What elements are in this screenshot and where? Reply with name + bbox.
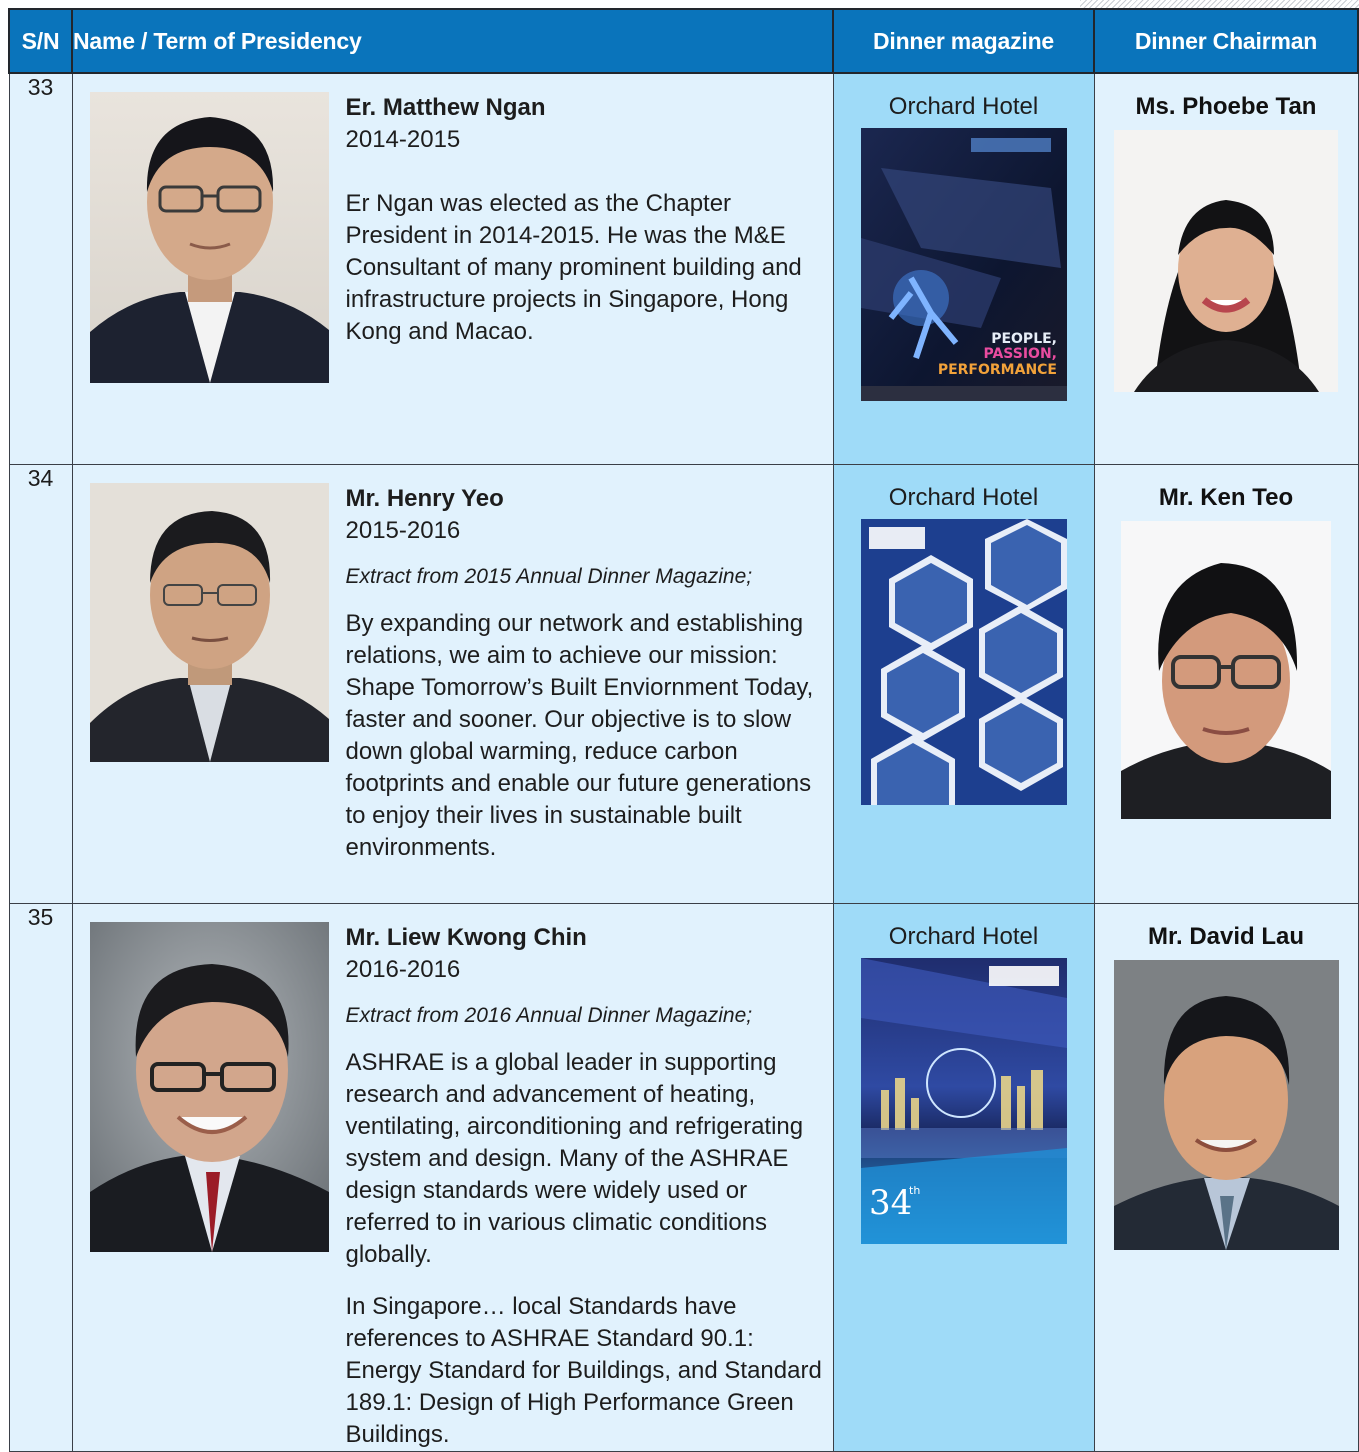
president-message-continued: In Singapore… local Standards have refer… — [345, 1293, 822, 1448]
president-name: Mr. Liew Kwong Chin — [345, 924, 587, 951]
magazine-cell: Orchard Hotel PEOPLE, PASSION, PERFORMAN… — [832, 72, 1095, 465]
dinner-venue: Orchard Hotel — [888, 93, 1039, 120]
magazine-cover-line-3: PERFORMANCE — [937, 362, 1056, 378]
header-name-term: Name / Term of Presidency — [71, 8, 834, 74]
chairman-name: Mr. David Lau — [1147, 923, 1305, 950]
president-cell: Mr. Liew Kwong Chin 2016-2016 Extract fr… — [71, 903, 834, 1452]
president-photo — [89, 922, 329, 1252]
president-name: Mr. Henry Yeo — [345, 485, 504, 512]
magazine-extract-note: Extract from 2016 Annual Dinner Magazine… — [345, 1004, 753, 1027]
chairman-cell: Ms. Phoebe Tan — [1093, 72, 1359, 465]
president-photo — [89, 92, 329, 383]
magazine-edition-number: 34 — [869, 1183, 912, 1223]
president-cell: Er. Matthew Ngan 2014-2015 Er Ngan was e… — [71, 72, 834, 465]
row-sn: 34 — [8, 464, 73, 904]
president-cell: Mr. Henry Yeo 2015-2016 Extract from 201… — [71, 464, 834, 904]
header-dinner-magazine: Dinner magazine — [832, 8, 1095, 74]
term-of-presidency: 2015-2016 — [345, 517, 461, 544]
president-name: Er. Matthew Ngan — [345, 94, 546, 121]
table-row: 35 Mr. Liew Kwong Chin 2016-2016 Extract… — [8, 903, 1359, 1452]
row-sn: 33 — [8, 72, 73, 465]
row-sn: 35 — [8, 903, 73, 1452]
chairman-photo — [1121, 521, 1331, 819]
president-message: ASHRAE is a global leader in supporting … — [345, 1049, 804, 1268]
magazine-cell: Orchard Hotel — [832, 903, 1095, 1452]
president-info: Mr. Liew Kwong Chin 2016-2016 Extract fr… — [346, 922, 832, 1451]
term-of-presidency: 2016-2016 — [345, 956, 461, 983]
chairman-photo — [1114, 130, 1338, 392]
table-row: 33 Er. Matthew Ngan 2014-2015 Er Ngan wa… — [8, 72, 1359, 465]
magazine-cover-line-1: PEOPLE, — [991, 331, 1057, 347]
magazine-cover — [860, 519, 1067, 805]
magazine-cell: Orchard Hotel — [832, 464, 1095, 904]
chairman-cell: Mr. Ken Teo — [1093, 464, 1359, 904]
table-header-row: S/N Name / Term of Presidency Dinner mag… — [8, 8, 1359, 74]
magazine-extract-note: Extract from 2015 Annual Dinner Magazine… — [345, 565, 753, 588]
header-dinner-chairman: Dinner Chairman — [1093, 8, 1359, 74]
dinner-venue: Orchard Hotel — [888, 484, 1039, 511]
president-bio: Er Ngan was elected as the Chapter Presi… — [345, 190, 802, 345]
chairman-name: Mr. Ken Teo — [1158, 484, 1294, 511]
chairman-photo — [1113, 960, 1339, 1250]
chairman-cell: Mr. David Lau — [1093, 903, 1359, 1452]
magazine-cover: PEOPLE, PASSION, PERFORMANCE — [860, 128, 1067, 401]
president-info: Er. Matthew Ngan 2014-2015 Er Ngan was e… — [346, 92, 832, 383]
magazine-cover: 34 th — [860, 958, 1067, 1244]
president-info: Mr. Henry Yeo 2015-2016 Extract from 201… — [346, 483, 832, 864]
magazine-cover-line-2: PASSION, — [983, 346, 1057, 362]
president-message: By expanding our network and establishin… — [345, 610, 814, 861]
president-photo — [89, 483, 329, 762]
term-of-presidency: 2014-2015 — [345, 126, 461, 153]
page-corner-hatch — [1080, 0, 1359, 8]
chairman-name: Ms. Phoebe Tan — [1135, 93, 1317, 120]
dinner-venue: Orchard Hotel — [888, 923, 1039, 950]
header-sn: S/N — [8, 8, 73, 74]
table-row: 34 Mr. Henry Yeo 2015-2016 Extract from … — [8, 464, 1359, 904]
magazine-edition-suffix: th — [909, 1184, 920, 1197]
presidents-table: S/N Name / Term of Presidency Dinner mag… — [8, 8, 1359, 1452]
